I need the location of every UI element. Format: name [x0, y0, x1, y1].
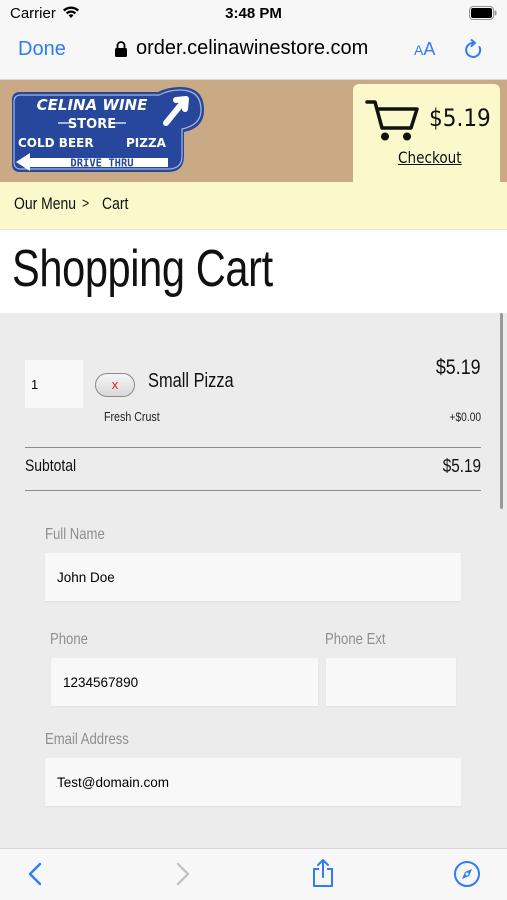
phone-ext-field[interactable]	[326, 658, 456, 706]
logo-line3-left: COLD BEER	[18, 136, 94, 150]
lock-icon	[115, 41, 127, 57]
checkout-link[interactable]: Checkout	[398, 148, 462, 167]
back-icon[interactable]	[24, 861, 48, 887]
battery-icon	[469, 6, 497, 20]
subtotal-value: $5.19	[442, 456, 481, 476]
compass-icon[interactable]	[453, 860, 481, 888]
logo-line2: STORE	[68, 117, 116, 132]
browser-toolbar	[0, 848, 507, 900]
breadcrumb-separator: >	[82, 195, 90, 212]
cart-summary[interactable]: $5.19 Checkout	[353, 84, 500, 188]
share-icon[interactable]	[310, 858, 336, 888]
clock: 3:48 PM	[225, 5, 282, 22]
phone-label: Phone	[50, 631, 88, 648]
email-field[interactable]	[45, 758, 461, 806]
store-logo[interactable]: CELINA WINE STORE COLD BEER PIZZA DRIVE …	[8, 86, 204, 176]
done-button[interactable]: Done	[18, 38, 66, 61]
breadcrumb-our-menu[interactable]: Our Menu	[14, 194, 76, 214]
status-bar: Carrier 3:48 PM	[0, 0, 507, 28]
subtotal-label: Subtotal	[25, 456, 77, 475]
item-option: Fresh Crust	[104, 409, 160, 424]
full-name-label: Full Name	[45, 526, 105, 543]
page-title: Shopping Cart	[12, 240, 273, 298]
logo-line1: CELINA WINE	[37, 96, 148, 114]
remove-item-button[interactable]: x	[95, 373, 135, 397]
divider	[25, 447, 481, 448]
forward-icon[interactable]	[170, 861, 194, 887]
quantity-input[interactable]	[25, 360, 83, 408]
browser-bar: Done order.celinawinestore.com AA	[0, 28, 507, 80]
cart-total: $5.19	[429, 104, 491, 132]
full-name-field[interactable]	[45, 553, 461, 601]
url-text[interactable]: order.celinawinestore.com	[136, 37, 368, 60]
reload-icon[interactable]	[462, 38, 486, 62]
page: Carrier 3:48 PM Done order.celinawinesto…	[0, 0, 507, 900]
logo-line4: DRIVE THRU	[70, 158, 133, 170]
phone-field[interactable]	[51, 658, 318, 706]
item-name: Small Pizza	[148, 370, 234, 392]
cart-icon[interactable]	[365, 98, 421, 144]
item-option-price: +$0.00	[449, 410, 481, 424]
scrollbar[interactable]	[500, 313, 503, 509]
text-size-large-glyph: A	[423, 39, 436, 59]
email-label: Email Address	[45, 731, 129, 748]
item-price: $5.19	[436, 356, 481, 379]
text-size-button[interactable]: AA	[414, 39, 435, 60]
divider	[25, 490, 481, 491]
logo-line3-right: PIZZA	[126, 136, 167, 150]
text-size-small-glyph: A	[414, 42, 424, 58]
cart-content: x Small Pizza $5.19 Fresh Crust +$0.00 S…	[0, 313, 507, 848]
breadcrumb-cart: Cart	[102, 194, 129, 213]
title-area: Shopping Cart	[0, 231, 507, 313]
phone-ext-label: Phone Ext	[325, 631, 386, 648]
breadcrumb: Our Menu > Cart	[0, 182, 507, 230]
